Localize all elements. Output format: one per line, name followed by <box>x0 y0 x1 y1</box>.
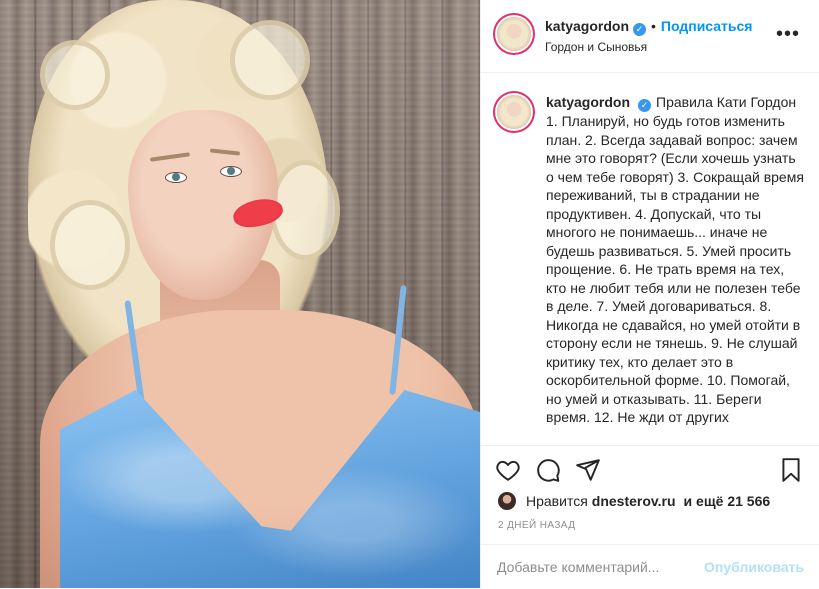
verified-badge-icon: ✓ <box>633 23 647 36</box>
caption-body: Правила Кати Гордон 1. Планируй, но будь… <box>546 94 804 425</box>
heart-icon[interactable] <box>495 457 521 483</box>
hair-curl <box>230 20 310 100</box>
liker-avatar[interactable] <box>498 492 516 510</box>
share-icon[interactable] <box>575 457 601 483</box>
likes-row: Нравится dnesterov.ru и ещё 21 566 <box>498 490 774 512</box>
caption-text: katyagordon ✓ Правила Кати Гордон 1. Плани… <box>546 93 806 427</box>
action-bar <box>481 446 819 492</box>
comment-input[interactable] <box>497 557 717 577</box>
hair-curl <box>40 40 110 110</box>
follow-button[interactable]: Подписаться <box>661 18 753 34</box>
verified-badge-icon: ✓ <box>638 99 652 112</box>
hair-curl <box>50 200 130 290</box>
liker-username[interactable]: dnesterov.ru <box>592 493 676 509</box>
bookmark-icon[interactable] <box>778 457 804 483</box>
post-date[interactable]: 2 ДНЕЙ НАЗАД <box>498 520 575 531</box>
separator-dot: • <box>651 18 656 34</box>
author-avatar[interactable] <box>497 17 531 51</box>
comment-icon[interactable] <box>535 457 561 483</box>
caption-section: katyagordon ✓ Правила Кати Гордон 1. Плани… <box>481 73 819 446</box>
publish-button[interactable]: Опубликовать <box>704 559 804 575</box>
header-title-row: katyagordon ✓ • Подписаться <box>545 18 752 36</box>
eye <box>165 172 187 183</box>
post-header: katyagordon ✓ • Подписаться Гордон и Сыновь… <box>481 0 819 73</box>
comment-bar: Опубликовать <box>481 544 819 589</box>
location-link[interactable]: Гордон и Сыновья <box>545 40 647 54</box>
more-options-icon[interactable]: ••• <box>776 24 800 44</box>
caption-username[interactable]: katyagordon <box>546 94 630 110</box>
author-username[interactable]: katyagordon <box>545 18 629 34</box>
eye <box>220 166 242 177</box>
post-sidebar: katyagordon ✓ • Подписаться Гордон и Сыновь… <box>480 0 819 588</box>
caption-author-avatar[interactable] <box>497 95 531 129</box>
likes-count[interactable]: и ещё 21 566 <box>684 493 771 509</box>
post-photo[interactable] <box>0 0 480 588</box>
likes-prefix: Нравится <box>526 493 588 509</box>
